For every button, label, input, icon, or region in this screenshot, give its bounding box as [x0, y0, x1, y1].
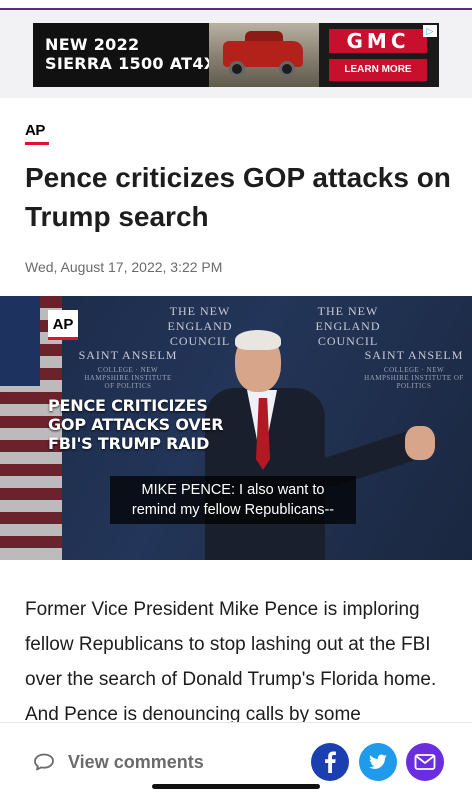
- flag-canton: [0, 296, 40, 386]
- ad-choices-icon[interactable]: ▷: [423, 25, 437, 37]
- backdrop-college-sub-1: COLLEGE · NEW HAMPSHIRE INSTITUTE OF POL…: [84, 366, 172, 390]
- video-caption: MIKE PENCE: I also want to remind my fel…: [110, 476, 356, 524]
- gmc-logo: GMC: [329, 29, 427, 53]
- facebook-icon: [325, 751, 336, 773]
- backdrop-college-1: SAINT ANSELM: [78, 348, 178, 362]
- ad-truck-image: [209, 23, 319, 87]
- article-body: Former Vice President Mike Pence is impl…: [25, 599, 437, 725]
- source-logo[interactable]: AP: [25, 122, 45, 139]
- learn-more-button[interactable]: LEARN MORE: [329, 59, 427, 81]
- ad-banner[interactable]: NEW 2022 SIERRA 1500 AT4X GMC LEARN MORE…: [33, 23, 439, 87]
- ad-headline: NEW 2022 SIERRA 1500 AT4X: [45, 35, 217, 73]
- mail-icon: [414, 754, 436, 770]
- speaker-hand: [405, 426, 435, 460]
- ad-container: NEW 2022 SIERRA 1500 AT4X GMC LEARN MORE…: [0, 10, 472, 98]
- video-player[interactable]: THE NEW ENGLAND COUNCIL THE NEW ENGLAND …: [0, 296, 472, 560]
- video-ap-badge: AP: [48, 310, 78, 340]
- article-headline: Pence criticizes GOP attacks on Trump se…: [25, 162, 451, 232]
- twitter-icon: [368, 754, 387, 769]
- source-underline: [25, 142, 49, 145]
- ad-brand-panel: GMC LEARN MORE: [319, 23, 439, 87]
- speaker-hair: [235, 330, 281, 350]
- mail-share-button[interactable]: [406, 743, 444, 781]
- home-indicator: [152, 784, 320, 789]
- twitter-share-button[interactable]: [359, 743, 397, 781]
- view-comments-link[interactable]: View comments: [68, 752, 204, 773]
- truck-wheel-rear: [279, 61, 295, 77]
- article-date: Wed, August 17, 2022, 3:22 PM: [25, 259, 223, 275]
- facebook-share-button[interactable]: [311, 743, 349, 781]
- backdrop-college-sub-2: COLLEGE · NEW HAMPSHIRE INSTITUTE OF POL…: [364, 366, 464, 390]
- truck-wheel-front: [229, 61, 245, 77]
- backdrop-college-2: SAINT ANSELM: [364, 348, 464, 362]
- video-overlay-title: PENCE CRITICIZES GOP ATTACKS OVER FBI'S …: [48, 396, 224, 453]
- comment-icon[interactable]: [33, 753, 55, 771]
